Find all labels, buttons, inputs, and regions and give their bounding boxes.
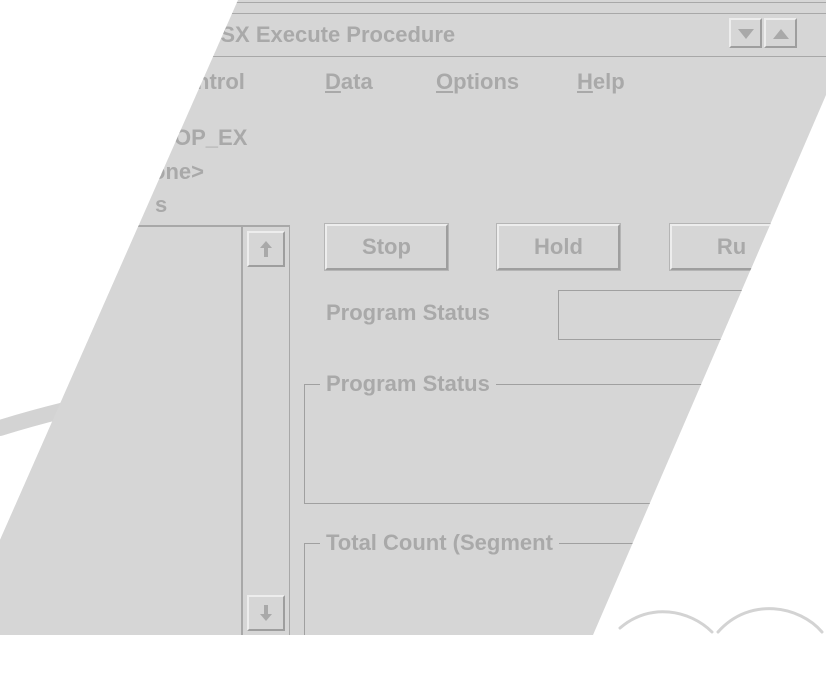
procedure-name: OP_EX [174, 125, 248, 150]
scroll-up-button[interactable] [247, 231, 285, 267]
list-scrollbar[interactable] [242, 226, 290, 635]
program-status-group-title: Program Status [320, 371, 496, 397]
triangle-down-icon [738, 29, 754, 39]
menu-data-label: ata [340, 69, 373, 94]
triangle-up-icon [773, 29, 789, 39]
menu-help-mnemonic: H [577, 69, 593, 94]
scroll-down-button[interactable] [247, 595, 285, 631]
menu-help-label: elp [592, 69, 625, 94]
total-count-group-title: Total Count (Segment [320, 530, 559, 556]
program-status-label: Program Status [326, 300, 490, 325]
arrow-up-icon [260, 241, 272, 257]
scroll-track[interactable] [249, 271, 283, 591]
hold-button[interactable]: Hold [497, 224, 620, 270]
maximize-button[interactable] [764, 18, 797, 48]
stop-button[interactable]: Stop [325, 224, 448, 270]
arrow-down-icon [260, 605, 272, 621]
menu-help[interactable]: Help [577, 69, 625, 95]
menu-options-mnemonic: O [436, 69, 454, 94]
menu-data-mnemonic: D [325, 69, 341, 94]
menu-options[interactable]: Options [436, 69, 519, 95]
menu-options-label: ptions [453, 69, 520, 94]
menu-data[interactable]: Data [325, 69, 373, 95]
minimize-button[interactable] [729, 18, 762, 48]
list-header: s [155, 192, 168, 217]
